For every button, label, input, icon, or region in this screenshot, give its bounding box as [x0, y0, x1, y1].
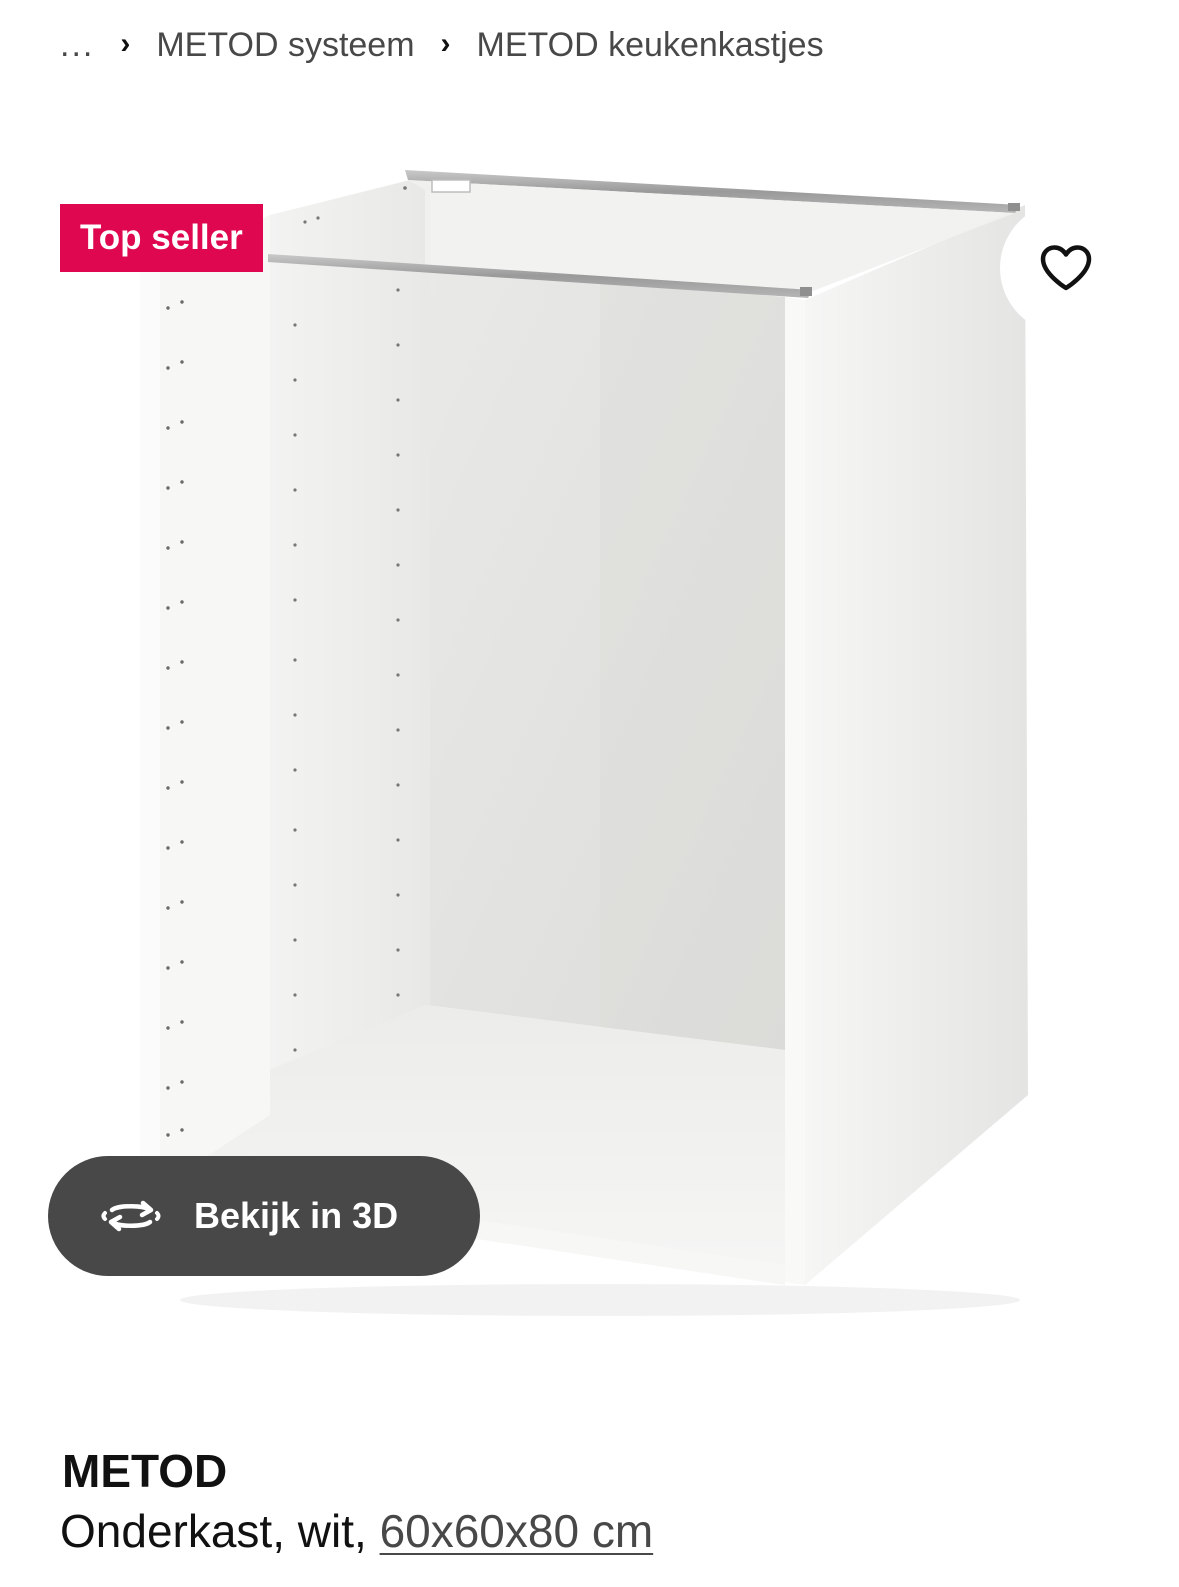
view-in-3d-button[interactable]: Bekijk in 3D [48, 1156, 480, 1276]
heart-outline-icon [1039, 244, 1093, 292]
breadcrumb-ellipsis[interactable]: ... [60, 26, 94, 65]
product-name: METOD [62, 1445, 228, 1497]
product-description: Onderkast, wit, 60x60x80 cm [60, 1504, 653, 1558]
add-to-favourites-button[interactable] [1000, 202, 1132, 334]
chevron-right-icon: › [120, 27, 131, 60]
product-dimensions-link[interactable]: 60x60x80 cm [380, 1505, 654, 1557]
view-in-3d-label: Bekijk in 3D [194, 1195, 399, 1236]
product-page: ... › METOD systeem › METOD keukenkastje… [0, 0, 1179, 1587]
top-seller-badge: Top seller [60, 204, 263, 272]
rotate-3d-icon [100, 1194, 164, 1238]
breadcrumb: ... › METOD systeem › METOD keukenkastje… [60, 20, 824, 70]
breadcrumb-item-metod-keukenkastjes[interactable]: METOD keukenkastjes [477, 26, 824, 65]
chevron-right-icon: › [440, 27, 451, 60]
product-type: Onderkast, wit, [60, 1505, 380, 1557]
breadcrumb-item-metod-systeem[interactable]: METOD systeem [156, 26, 414, 65]
